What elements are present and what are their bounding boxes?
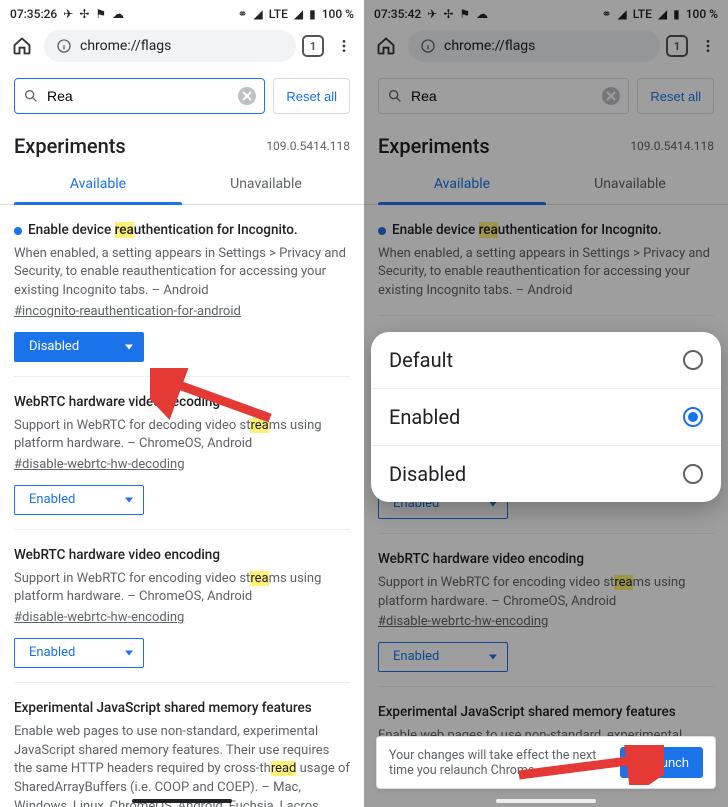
flag-description: Support in WebRTC for encoding video str… <box>14 570 350 608</box>
flag-search-input[interactable] <box>14 78 265 114</box>
overflow-menu[interactable] <box>694 38 722 54</box>
popup-option-enabled[interactable]: Enabled <box>371 389 721 446</box>
url-text: chrome://flags <box>80 38 171 54</box>
cloud-icon: ☁ <box>476 7 488 21</box>
flag-entry: WebRTC hardware video encoding Support i… <box>14 530 350 683</box>
url-text: chrome://flags <box>444 38 535 54</box>
signal-icon-2: ◢ <box>294 7 303 21</box>
page-title: Experiments <box>378 134 490 158</box>
flag-entry: WebRTC hardware video encoding Support i… <box>378 534 714 687</box>
flag-title: Enable device reauthentication for Incog… <box>378 221 714 241</box>
tab-available[interactable]: Available <box>14 166 182 204</box>
flag-value-select[interactable]: Enabled <box>14 485 144 515</box>
nav-pill[interactable] <box>132 799 232 803</box>
nav-pill[interactable] <box>496 799 596 803</box>
address-bar[interactable]: chrome://flags <box>408 30 660 62</box>
version-label: 109.0.5414.118 <box>266 139 350 153</box>
flag-value-select[interactable]: Disabled <box>14 332 144 362</box>
flag-hash-link[interactable]: #disable-webrtc-hw-encoding <box>378 613 548 632</box>
version-label: 109.0.5414.118 <box>630 139 714 153</box>
radio-icon <box>683 350 703 370</box>
radio-icon <box>683 464 703 484</box>
value-picker-popup: Default Enabled Disabled <box>371 332 721 502</box>
signal-icon: ◢ <box>254 7 263 21</box>
search-icon <box>23 88 39 104</box>
search-field[interactable] <box>411 88 594 104</box>
notification-icon: ✢ <box>443 7 453 21</box>
info-icon <box>420 38 436 54</box>
status-time: 07:35:42 <box>374 7 421 21</box>
status-time: 07:35:26 <box>10 7 57 21</box>
flag-search-input[interactable] <box>378 78 629 114</box>
flag-icon: ⚑ <box>459 7 470 21</box>
flag-description: When enabled, a setting appears in Setti… <box>14 245 350 302</box>
signal-icon-2: ◢ <box>658 7 667 21</box>
relaunch-bar: Your changes will take effect the next t… <box>376 736 716 789</box>
flag-entry: WebRTC hardware video decoding Support i… <box>14 377 350 530</box>
flag-entry: Experimental JavaScript shared memory fe… <box>14 683 350 807</box>
flag-title: Experimental JavaScript shared memory fe… <box>14 699 350 719</box>
tab-unavailable[interactable]: Unavailable <box>546 166 714 204</box>
flag-description: When enabled, a setting appears in Setti… <box>378 245 714 302</box>
flag-hash-link[interactable]: #disable-webrtc-hw-encoding <box>14 609 184 628</box>
flag-title: WebRTC hardware video encoding <box>14 546 350 566</box>
relaunch-message: Your changes will take effect the next t… <box>389 748 610 778</box>
flag-title: WebRTC hardware video decoding <box>14 393 350 413</box>
flag-value-select[interactable]: Enabled <box>378 642 508 672</box>
flag-hash-link[interactable]: #disable-webrtc-hw-decoding <box>14 456 185 475</box>
modified-dot-icon <box>378 227 386 235</box>
tab-unavailable[interactable]: Unavailable <box>182 166 350 204</box>
battery-pct: 100 % <box>686 7 718 21</box>
cloud-icon: ☁ <box>112 7 124 21</box>
search-field[interactable] <box>47 88 230 104</box>
signal-icon: ◢ <box>618 7 627 21</box>
battery-pct: 100 % <box>322 7 354 21</box>
clear-search-button[interactable] <box>238 87 256 105</box>
network-label: LTE <box>633 7 652 21</box>
status-bar: 07:35:42 ✈ ✢ ⚑ ☁ ⚭ ◢ LTE ◢ ▮ 100 % <box>364 0 728 24</box>
vpn-icon: ⚭ <box>237 7 247 21</box>
flag-description: Support in WebRTC for decoding video str… <box>14 417 350 455</box>
popup-option-disabled[interactable]: Disabled <box>371 446 721 502</box>
info-icon <box>56 38 72 54</box>
tab-switcher[interactable]: 1 <box>302 35 324 57</box>
reset-all-button[interactable]: Reset all <box>637 78 714 114</box>
flag-description: Support in WebRTC for encoding video str… <box>378 574 714 612</box>
relaunch-button[interactable]: Relaunch <box>620 747 703 778</box>
flag-value-select[interactable]: Enabled <box>14 638 144 668</box>
flag-hash-link[interactable]: #incognito-reauthentication-for-android <box>14 303 241 322</box>
telegram-icon: ✈ <box>427 7 437 21</box>
page-title: Experiments <box>14 134 126 158</box>
network-label: LTE <box>269 7 288 21</box>
flag-entry: Enable device reauthentication for Incog… <box>378 205 714 316</box>
flag-entry: Enable device reauthentication for Incog… <box>14 205 350 377</box>
radio-icon <box>683 407 703 427</box>
tab-switcher[interactable]: 1 <box>666 35 688 57</box>
flag-description: Enable web pages to use non-standard, ex… <box>14 723 350 807</box>
telegram-icon: ✈ <box>63 7 73 21</box>
overflow-menu[interactable] <box>330 38 358 54</box>
notification-icon: ✢ <box>79 7 89 21</box>
home-button[interactable] <box>6 30 38 62</box>
popup-option-default[interactable]: Default <box>371 332 721 389</box>
tab-available[interactable]: Available <box>378 166 546 204</box>
home-button[interactable] <box>370 30 402 62</box>
reset-all-button[interactable]: Reset all <box>273 78 350 114</box>
flag-title: Experimental JavaScript shared memory fe… <box>378 703 714 723</box>
battery-icon: ▮ <box>673 7 680 21</box>
battery-icon: ▮ <box>309 7 316 21</box>
vpn-icon: ⚭ <box>601 7 611 21</box>
address-bar[interactable]: chrome://flags <box>44 30 296 62</box>
modified-dot-icon <box>14 227 22 235</box>
flag-title: WebRTC hardware video encoding <box>378 550 714 570</box>
status-bar: 07:35:26 ✈ ✢ ⚑ ☁ ⚭ ◢ LTE ◢ ▮ 100 % <box>0 0 364 24</box>
flag-title: Enable device reauthentication for Incog… <box>14 221 350 241</box>
flag-icon: ⚑ <box>95 7 106 21</box>
clear-search-button[interactable] <box>602 87 620 105</box>
search-icon <box>387 88 403 104</box>
